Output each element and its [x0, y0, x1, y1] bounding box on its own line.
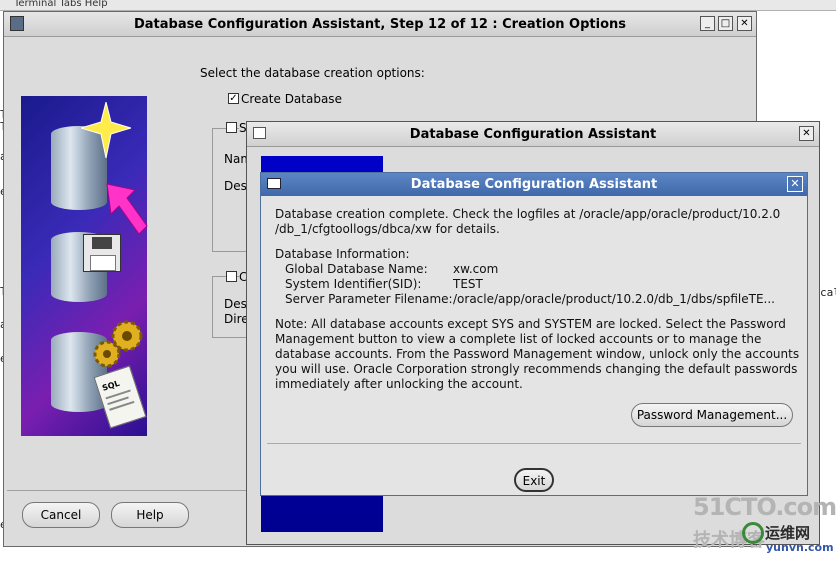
completion-message-line: Database creation complete. Check the lo…: [275, 207, 781, 221]
info-label: Server Parameter Filename:: [285, 292, 453, 306]
completion-dialog: Database Configuration Assistant ✕ Datab…: [260, 172, 808, 496]
main-window-title: Database Configuration Assistant, Step 1…: [133, 17, 627, 32]
dialog-divider: [267, 443, 801, 444]
close-button[interactable]: ✕: [799, 126, 814, 141]
note-line: immediately after unlocking the account.: [275, 377, 523, 391]
sql-script-icon: SQL: [93, 365, 147, 429]
completion-dialog-titlebar[interactable]: Database Configuration Assistant ✕: [261, 173, 807, 196]
help-button[interactable]: Help: [111, 502, 189, 528]
floppy-disk-icon: [83, 234, 121, 272]
template-description-label: Des: [224, 179, 247, 193]
create-database-checkbox[interactable]: ✓: [228, 93, 239, 104]
gears-icon: [93, 320, 143, 368]
info-value: xw.com: [453, 262, 499, 276]
terminal-menubar: Terminal Tabs Help: [0, 0, 836, 11]
creation-options-prompt: Select the database creation options:: [200, 66, 425, 80]
progress-dialog-titlebar[interactable]: Database Configuration Assistant ✕: [247, 122, 819, 147]
wizard-banner-image: SQL: [21, 96, 148, 436]
watermark-globe-icon: [742, 522, 764, 544]
watermark-site-url: yunvn.com: [766, 541, 834, 554]
info-label: Global Database Name:: [285, 262, 428, 276]
info-value: /oracle/app/oracle/product/10.2.0/db_1/d…: [453, 292, 775, 306]
minimize-button[interactable]: _: [700, 16, 715, 31]
completion-dialog-title: Database Configuration Assistant: [410, 177, 658, 192]
watermark-logo: 51CTO.com: [693, 493, 836, 521]
info-value: TEST: [453, 277, 483, 291]
note-line: Management button to view a complete lis…: [275, 332, 762, 346]
database-info-heading: Database Information:: [275, 247, 410, 261]
password-management-button[interactable]: Password Management...: [631, 403, 793, 427]
note-line: Note: All database accounts except SYS a…: [275, 317, 786, 331]
generate-scripts-checkbox[interactable]: [226, 271, 237, 282]
terminal-fragment: cal: [820, 286, 836, 299]
maximize-button[interactable]: □: [718, 16, 733, 31]
note-line: database accounts. From the Password Man…: [275, 347, 800, 361]
exit-button[interactable]: Exit: [514, 468, 554, 492]
save-template-checkbox[interactable]: [226, 122, 237, 133]
arrow-icon: [106, 183, 148, 235]
terminal-menu-text: Terminal Tabs Help: [14, 0, 108, 9]
completion-message-line: /db_1/cfgtoollogs/dbca/xw for details.: [275, 222, 500, 236]
watermark-site-name: 运维网: [765, 524, 811, 542]
note-line: you will use. Oracle Corporation strongl…: [275, 362, 798, 376]
close-button[interactable]: ✕: [737, 16, 752, 31]
main-titlebar[interactable]: Database Configuration Assistant, Step 1…: [4, 12, 756, 37]
sparkle-icon: [81, 102, 131, 158]
close-button[interactable]: ✕: [787, 176, 803, 192]
script-description-label: Des: [224, 297, 247, 311]
script-directory-label: Dire: [224, 312, 249, 326]
progress-dialog-title: Database Configuration Assistant: [409, 127, 657, 142]
cancel-button[interactable]: Cancel: [22, 502, 100, 528]
create-database-label: Create Database: [241, 92, 342, 106]
info-label: System Identifier(SID):: [285, 277, 422, 291]
